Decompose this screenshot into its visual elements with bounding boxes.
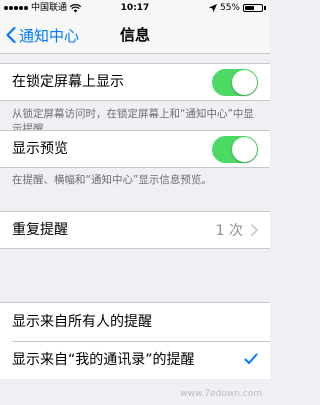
battery-percent: 55%: [219, 3, 240, 13]
lock-screen-cell: 在锁定屏幕上显示: [0, 63, 270, 101]
toggle-knob: [232, 137, 257, 162]
alerts-from-contacts-label: 显示来自“我的通讯录”的提醒: [12, 352, 195, 368]
navigation-bar: 通知中心 信息: [0, 16, 270, 54]
alerts-from-contacts-row[interactable]: 显示来自“我的通讯录”的提醒: [0, 341, 270, 379]
repeat-alerts-value: 1 次: [215, 223, 243, 239]
toggle-knob: [232, 70, 257, 95]
watermark: www.7edown.com: [180, 389, 262, 399]
lock-screen-toggle[interactable]: [212, 69, 258, 96]
repeat-alerts-label: 重复提醒: [12, 222, 68, 238]
status-bar: 中国联通 10:17 55%: [0, 0, 270, 16]
preview-toggle[interactable]: [212, 136, 258, 163]
status-right: 55%: [208, 0, 266, 16]
repeat-alerts-cell[interactable]: 重复提醒 1 次: [0, 211, 270, 249]
preview-note: 在提醒、横幅和“通知中心”显示信息预览。: [12, 174, 212, 186]
alerts-from-group: 显示来自所有人的提醒 显示来自“我的通讯录”的提醒: [0, 302, 270, 379]
alerts-from-all-row[interactable]: 显示来自所有人的提醒: [0, 303, 270, 341]
repeat-alerts-value-wrap: 1 次: [216, 212, 258, 248]
battery-level: [245, 6, 254, 10]
alerts-from-all-label: 显示来自所有人的提醒: [12, 314, 152, 330]
chevron-right-icon: [251, 224, 258, 236]
battery-tip: [264, 6, 266, 10]
checkmark-icon: [244, 353, 258, 364]
lock-screen-label: 在锁定屏幕上显示: [12, 74, 124, 90]
page-title: 信息: [119, 26, 150, 44]
battery-icon: [243, 4, 263, 12]
preview-label: 显示预览: [12, 141, 68, 157]
location-arrow-icon: [208, 4, 217, 12]
preview-cell: 显示预览: [0, 130, 270, 168]
screen: 中国联通 10:17 55% 通知中心 信息 在锁定屏幕上显示 从锁定屏幕访问时…: [0, 0, 270, 405]
